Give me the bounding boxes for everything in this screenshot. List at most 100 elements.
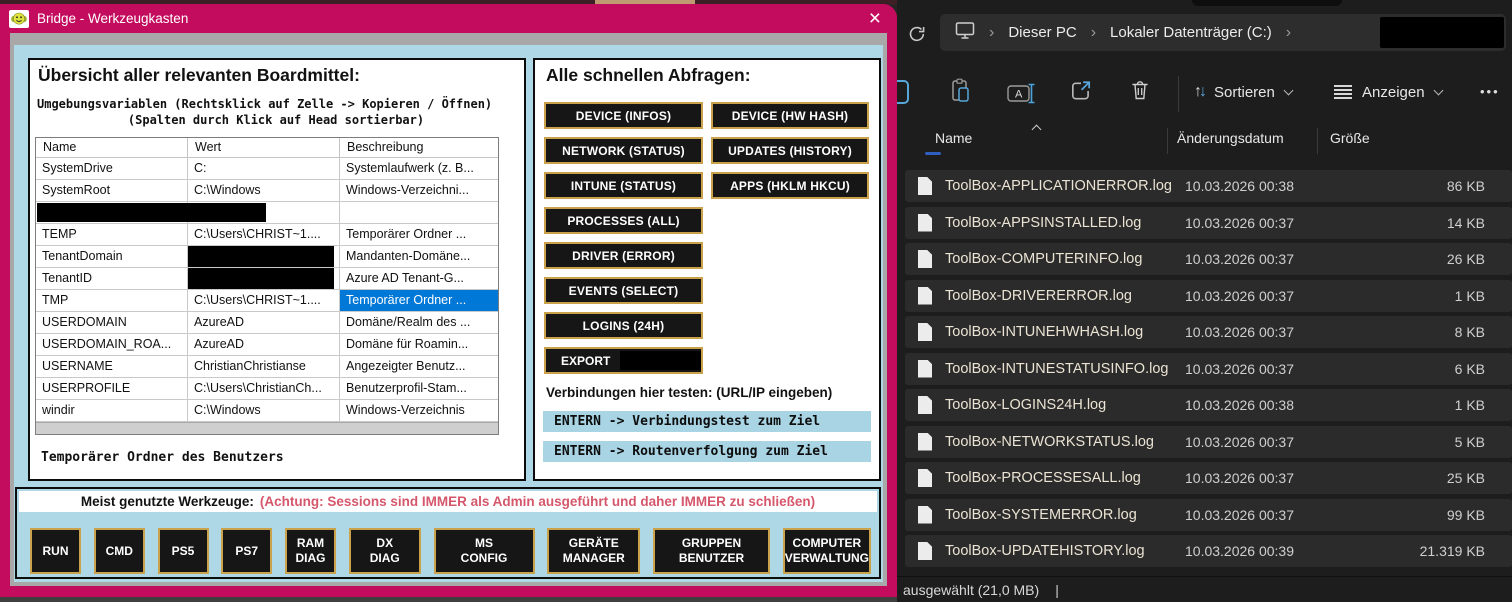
cell-name[interactable]: USERDOMAIN_ROA... — [36, 334, 188, 355]
column-separator[interactable] — [1167, 128, 1168, 154]
cell-wert[interactable]: ChristianChristianse — [188, 356, 340, 377]
table-row[interactable]: USERDOMAIN AzureAD Domäne/Realm des ... — [36, 312, 498, 334]
file-row[interactable]: ToolBox-PROCESSESALL.log 10.03.2026 00:3… — [905, 462, 1512, 494]
query-button[interactable]: LOGINS (24H) — [544, 312, 703, 339]
cell-name[interactable]: USERPROFILE — [36, 378, 188, 399]
tool-button[interactable]: GRUPPEN BENUTZER — [653, 528, 770, 574]
export-button[interactable]: EXPORT — [544, 347, 703, 374]
table-row[interactable]: TMP C:\Users\CHRIST~1.... Temporärer Ord… — [36, 290, 498, 312]
tool-button[interactable]: COMPUTER VERWALTUNG — [783, 528, 871, 574]
tool-button[interactable]: RUN — [30, 528, 81, 574]
route-trace-input[interactable]: ENTERN -> Routenverfolgung zum Ziel — [543, 441, 871, 462]
file-row[interactable]: ToolBox-NETWORKSTATUS.log 10.03.2026 00:… — [905, 426, 1512, 458]
rename-icon[interactable]: A — [1007, 82, 1037, 111]
more-options-icon[interactable]: ••• — [1480, 84, 1500, 99]
cell-wert[interactable]: C:\Windows — [188, 180, 340, 201]
file-column-size[interactable]: Größe — [1330, 130, 1370, 146]
file-row[interactable]: ToolBox-APPLICATIONERROR.log 10.03.2026 … — [905, 170, 1512, 202]
title-bar[interactable]: Bridge - Werkzeugkasten × — [0, 4, 897, 33]
table-row[interactable]: TEMP C:\Users\CHRIST~1.... Temporärer Or… — [36, 224, 498, 246]
query-button[interactable]: EVENTS (SELECT) — [544, 277, 703, 304]
cell-beschreibung[interactable]: Benutzerprofil-Stam... — [340, 378, 498, 399]
tool-button[interactable]: PS5 — [158, 528, 209, 574]
file-row[interactable]: ToolBox-COMPUTERINFO.log 10.03.2026 00:3… — [905, 243, 1512, 275]
query-button[interactable]: UPDATES (HISTORY) — [711, 137, 869, 164]
file-column-date[interactable]: Änderungsdatum — [1177, 130, 1284, 146]
breadcrumb-this-pc[interactable]: Dieser PC — [1008, 24, 1076, 41]
sort-button[interactable]: ↑↓ Sortieren — [1194, 78, 1292, 106]
connection-test-input[interactable]: ENTERN -> Verbindungstest zum Ziel — [543, 411, 871, 432]
cell-wert[interactable]: C:\Windows — [188, 400, 340, 421]
table-horizontal-scrollbar[interactable] — [36, 422, 498, 434]
file-row[interactable]: ToolBox-APPSINSTALLED.log 10.03.2026 00:… — [905, 207, 1512, 239]
column-header-name[interactable]: Name — [36, 138, 188, 157]
share-icon[interactable] — [1069, 79, 1093, 108]
cell-name[interactable]: SystemDrive — [36, 158, 188, 179]
tool-button[interactable]: RAM DIAG — [285, 528, 336, 574]
close-icon[interactable]: × — [869, 5, 881, 32]
query-button[interactable]: DRIVER (ERROR) — [544, 242, 703, 269]
cell-name[interactable]: TenantDomain — [36, 246, 188, 267]
tool-button[interactable]: MS CONFIG — [434, 528, 535, 574]
cell-wert[interactable] — [188, 202, 340, 223]
query-button[interactable]: INTUNE (STATUS) — [544, 172, 703, 199]
paste-icon[interactable] — [949, 78, 971, 109]
refresh-icon[interactable] — [907, 24, 927, 44]
cell-name[interactable]: windir — [36, 400, 188, 421]
cell-wert[interactable] — [188, 268, 340, 289]
cell-name[interactable]: USERDOMAIN — [36, 312, 188, 333]
tool-button[interactable]: PS7 — [221, 528, 272, 574]
cell-name[interactable]: SystemRoot — [36, 180, 188, 201]
table-row[interactable]: SystemDrive C: Systemlaufwerk (z. B... — [36, 158, 498, 180]
cell-name[interactable]: USERNAME — [36, 356, 188, 377]
cell-wert[interactable]: AzureAD — [188, 334, 340, 355]
cell-name[interactable] — [36, 202, 188, 223]
file-row[interactable]: ToolBox-DRIVERERROR.log 10.03.2026 00:37… — [905, 280, 1512, 312]
file-row[interactable]: ToolBox-UPDATEHISTORY.log 10.03.2026 00:… — [905, 535, 1512, 567]
cell-beschreibung[interactable]: Windows-Verzeichnis — [340, 400, 498, 421]
table-row[interactable]: SystemRoot C:\Windows Windows-Verzeichni… — [36, 180, 498, 202]
query-button[interactable]: PROCESSES (ALL) — [544, 207, 703, 234]
file-row[interactable]: ToolBox-LOGINS24H.log 10.03.2026 00:38 1… — [905, 389, 1512, 421]
breadcrumb-drive-c[interactable]: Lokaler Datenträger (C:) — [1110, 24, 1272, 41]
table-row[interactable]: USERDOMAIN_ROA... AzureAD Domäne für Roa… — [36, 334, 498, 356]
tool-button[interactable]: CMD — [94, 528, 145, 574]
table-row[interactable]: TenantDomain Mandanten-Domäne... — [36, 246, 498, 268]
query-button[interactable]: DEVICE (HW HASH) — [711, 102, 869, 129]
column-separator[interactable] — [1317, 128, 1318, 154]
cell-beschreibung[interactable] — [340, 202, 498, 223]
file-row[interactable]: ToolBox-SYSTEMERROR.log 10.03.2026 00:37… — [905, 499, 1512, 531]
cell-beschreibung[interactable]: Angezeigter Benutz... — [340, 356, 498, 377]
cell-wert[interactable]: C:\Users\CHRIST~1.... — [188, 290, 340, 311]
address-bar[interactable]: › Dieser PC › Lokaler Datenträger (C:) › — [940, 14, 1506, 51]
view-button[interactable]: Anzeigen — [1334, 78, 1442, 106]
column-header-beschreibung[interactable]: Beschreibung — [340, 138, 498, 157]
cell-beschreibung[interactable]: Windows-Verzeichni... — [340, 180, 498, 201]
file-row[interactable]: ToolBox-INTUNESTATUSINFO.log 10.03.2026 … — [905, 353, 1512, 385]
query-button[interactable]: DEVICE (INFOS) — [544, 102, 703, 129]
tool-button[interactable]: DX DIAG — [349, 528, 421, 574]
file-row[interactable]: ToolBox-INTUNEHWHASH.log 10.03.2026 00:3… — [905, 316, 1512, 348]
cell-beschreibung[interactable]: Domäne/Realm des ... — [340, 312, 498, 333]
cell-name[interactable]: TEMP — [36, 224, 188, 245]
table-row[interactable]: TenantID Azure AD Tenant-G... — [36, 268, 498, 290]
cell-beschreibung[interactable]: Temporärer Ordner ... — [340, 224, 498, 245]
table-row[interactable]: USERNAME ChristianChristianse Angezeigte… — [36, 356, 498, 378]
cell-beschreibung[interactable]: Domäne für Roamin... — [340, 334, 498, 355]
tool-button[interactable]: GERÄTE MANAGER — [547, 528, 640, 574]
cell-beschreibung[interactable]: Mandanten-Domäne... — [340, 246, 498, 267]
table-row[interactable]: USERPROFILE C:\Users\ChristianCh... Benu… — [36, 378, 498, 400]
cell-beschreibung[interactable]: Temporärer Ordner ... — [340, 290, 498, 311]
cell-wert[interactable]: C:\Users\CHRIST~1.... — [188, 224, 340, 245]
file-column-name[interactable]: Name — [935, 130, 972, 146]
cell-name[interactable]: TMP — [36, 290, 188, 311]
cell-wert[interactable]: AzureAD — [188, 312, 340, 333]
cell-wert[interactable]: C:\Users\ChristianCh... — [188, 378, 340, 399]
copy-icon[interactable] — [897, 80, 909, 104]
cell-wert[interactable]: C: — [188, 158, 340, 179]
cell-beschreibung[interactable]: Systemlaufwerk (z. B... — [340, 158, 498, 179]
cell-name[interactable]: TenantID — [36, 268, 188, 289]
query-button[interactable]: NETWORK (STATUS) — [544, 137, 703, 164]
cell-wert[interactable] — [188, 246, 340, 267]
table-row[interactable] — [36, 202, 498, 224]
